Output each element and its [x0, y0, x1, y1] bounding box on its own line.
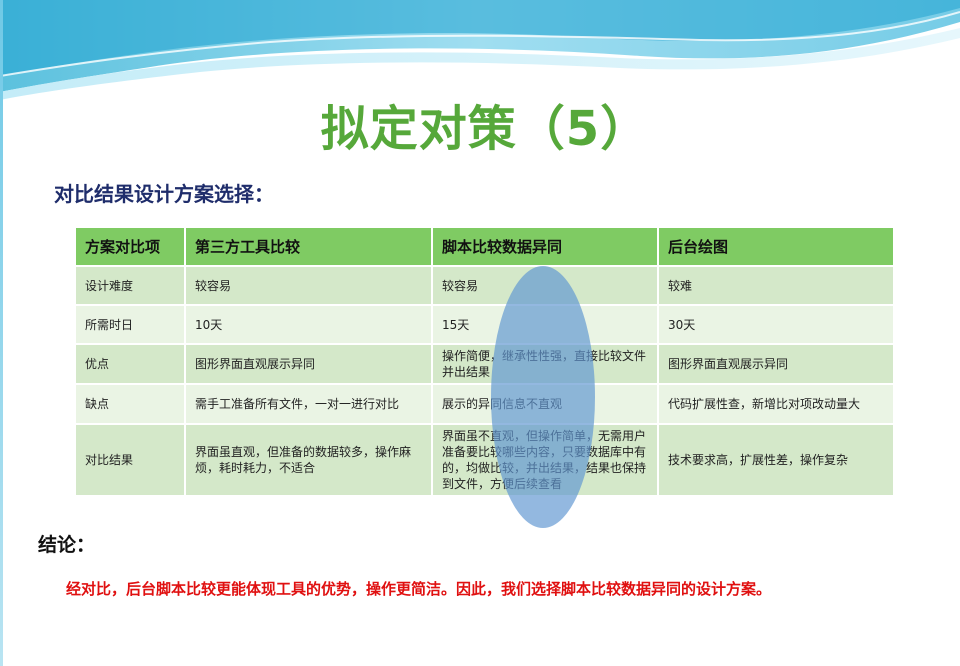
- subtitle: 对比结果设计方案选择：: [54, 182, 274, 206]
- header-cell: 脚本比较数据异同: [433, 228, 659, 267]
- table-cell: 界面虽不直观，但操作简单，无需用户准备要比较哪些内容，只要数据库中有的，均做比较…: [433, 425, 659, 497]
- comparison-table: 方案对比项 第三方工具比较 脚本比较数据异同 后台绘图 设计难度 较容易 较容易…: [76, 228, 895, 497]
- table-cell: 展示的异同信息不直观: [433, 385, 659, 425]
- table-cell: 对比结果: [76, 425, 186, 497]
- table-cell: 所需时日: [76, 306, 186, 345]
- table-cell: 设计难度: [76, 267, 186, 306]
- table-cell: 需手工准备所有文件，一对一进行对比: [186, 385, 433, 425]
- table-cell: 较容易: [186, 267, 433, 306]
- table-cell: 优点: [76, 345, 186, 385]
- table-cell: 图形界面直观展示异同: [659, 345, 895, 385]
- conclusion-heading: 结论：: [38, 534, 96, 556]
- header-cell: 第三方工具比较: [186, 228, 433, 267]
- table-row: 设计难度 较容易 较容易 较难: [76, 267, 895, 306]
- table-row: 所需时日 10天 15天 30天: [76, 306, 895, 345]
- conclusion-text: 经对比，后台脚本比较更能体现工具的优势，操作更简洁。因此，我们选择脚本比较数据异…: [66, 580, 772, 598]
- header-cell: 方案对比项: [76, 228, 186, 267]
- table-header-row: 方案对比项 第三方工具比较 脚本比较数据异同 后台绘图: [76, 228, 895, 267]
- slide: 拟定对策（5） 对比结果设计方案选择： 方案对比项 第三方工具比较 脚本比较数据…: [0, 0, 960, 666]
- table-row: 缺点 需手工准备所有文件，一对一进行对比 展示的异同信息不直观 代码扩展性查，新…: [76, 385, 895, 425]
- header-cell: 后台绘图: [659, 228, 895, 267]
- table-cell: 较难: [659, 267, 895, 306]
- table-cell: 缺点: [76, 385, 186, 425]
- table-cell: 图形界面直观展示异同: [186, 345, 433, 385]
- table-cell: 15天: [433, 306, 659, 345]
- table-cell: 较容易: [433, 267, 659, 306]
- table-row: 对比结果 界面虽直观，但准备的数据较多，操作麻烦，耗时耗力，不适合 界面虽不直观…: [76, 425, 895, 497]
- wave-header-decoration: [0, 0, 960, 100]
- table-cell: 代码扩展性查，新增比对项改动量大: [659, 385, 895, 425]
- slide-title: 拟定对策（5）: [320, 101, 650, 157]
- table-cell: 界面虽直观，但准备的数据较多，操作麻烦，耗时耗力，不适合: [186, 425, 433, 497]
- table-row: 优点 图形界面直观展示异同 操作简便，继承性性强，直接比较文件并出结果 图形界面…: [76, 345, 895, 385]
- table-cell: 操作简便，继承性性强，直接比较文件并出结果: [433, 345, 659, 385]
- table-cell: 30天: [659, 306, 895, 345]
- table-cell: 10天: [186, 306, 433, 345]
- table-cell: 技术要求高，扩展性差，操作复杂: [659, 425, 895, 497]
